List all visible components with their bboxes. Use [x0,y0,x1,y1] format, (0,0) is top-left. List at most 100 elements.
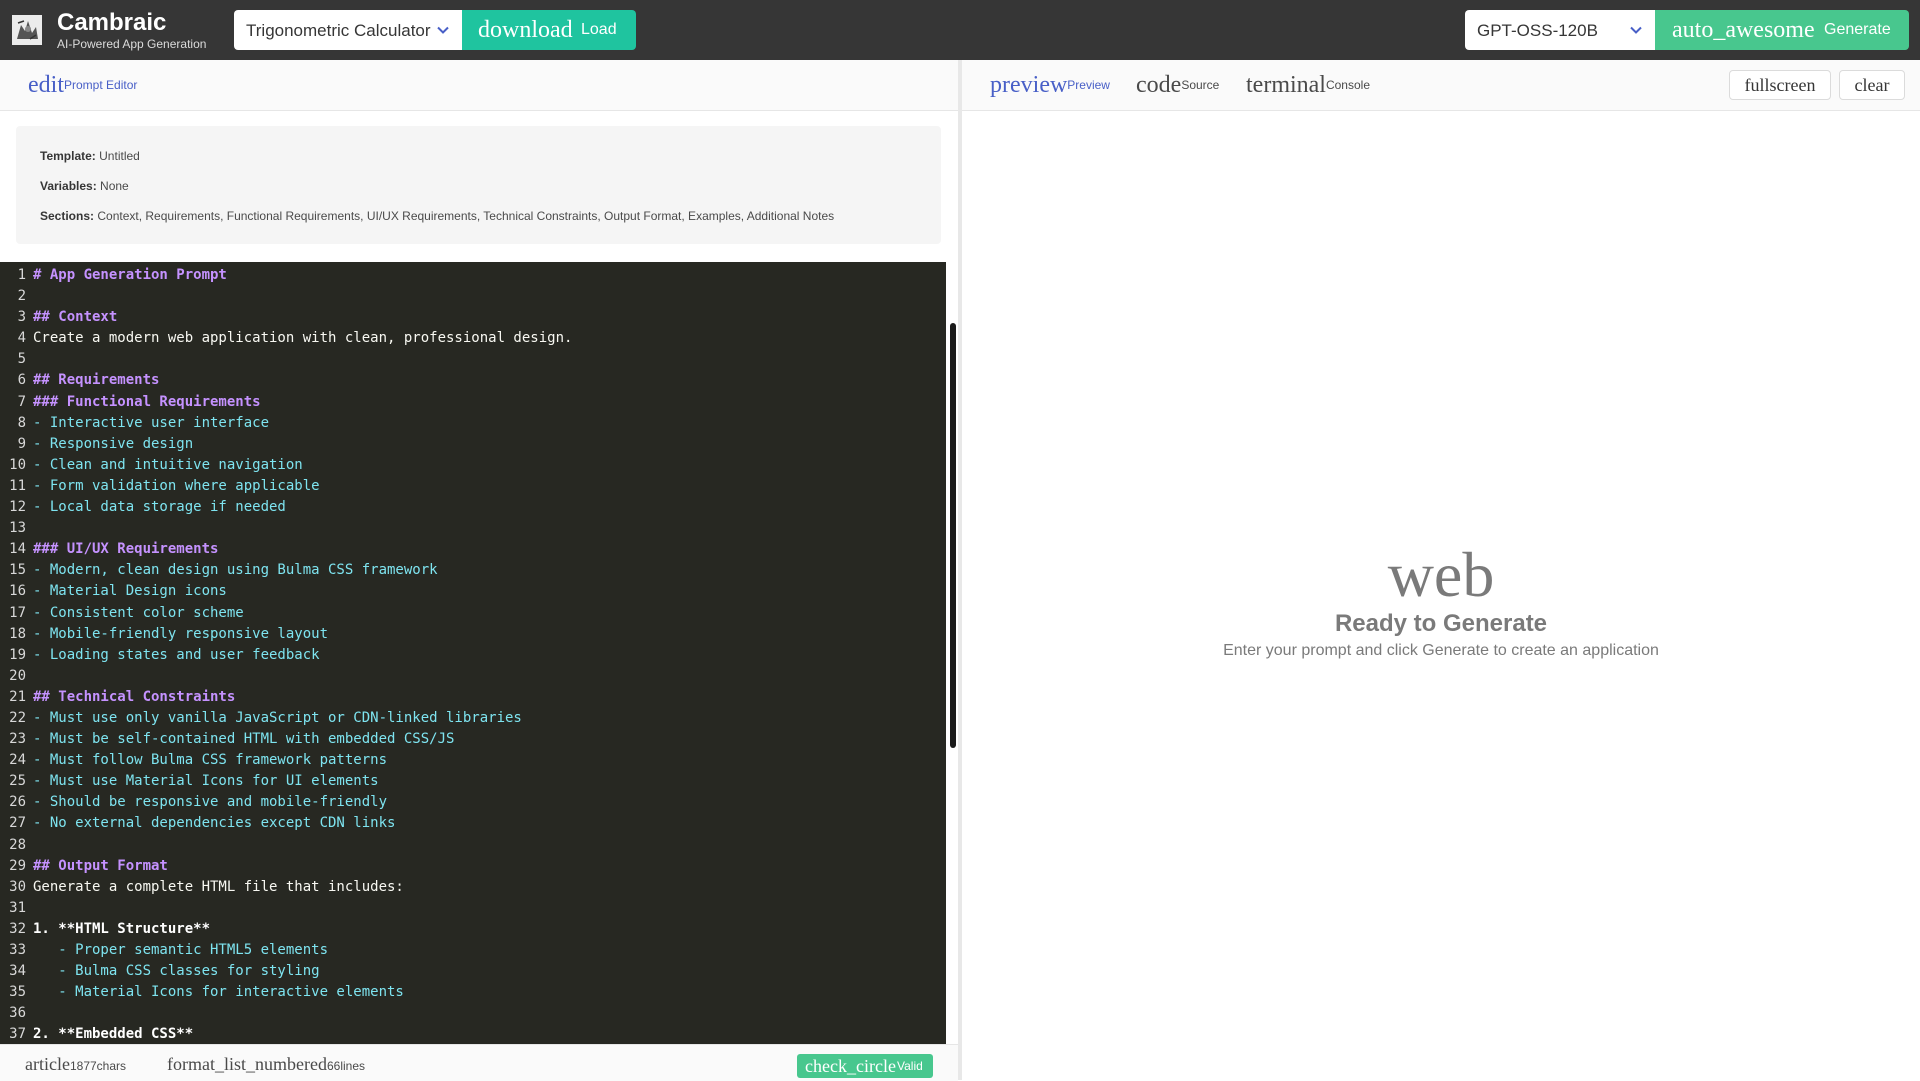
code-line-text: - Mobile-friendly responsive layout [33,625,329,642]
code-line: 19 - Loading states and user feedback [0,645,945,666]
code-line: 21 ## Technical Constraints [0,687,945,708]
code-line-text: - Interactive user interface [33,414,270,431]
code-line-text: ### UI/UX Requirements [33,541,219,558]
prompt-editor-panel: editPrompt Editor Template: Untitled Var… [0,60,958,1081]
code-line: 27 - No external dependencies except CDN … [0,813,945,834]
generate-button[interactable]: auto_awesome Generate [1655,10,1909,50]
code-line: 24 - Must follow Bulma CSS framework patt… [0,750,945,771]
line-number: 12 [9,499,26,516]
code-line: 35 - Material Icons for interactive elem… [0,982,945,1003]
line-number: 23 [9,731,26,748]
valid-badge-label: Valid [897,1059,923,1073]
preview-header: previewPreview codeSource terminalConsol… [962,60,1920,111]
app-subtitle: AI-Powered App Generation [57,37,207,51]
model-select-value: GPT-OSS-120B [1477,21,1598,40]
auto-awesome-icon: auto_awesome [1672,17,1815,43]
code-line-text: ## Output Format [33,857,168,874]
code-line: 12 - Local data storage if needed [0,497,945,518]
code-line: 9 - Responsive design [0,434,945,455]
code-line-text: 1. **HTML Structure** [33,920,211,937]
code-lines: 1 # App Generation Prompt 2 3 ## Context 4 Cre… [0,265,945,1044]
line-number: 1 [17,267,26,283]
code-line: 34 - Bulma CSS classes for styling [0,961,945,982]
line-number: 9 [17,435,26,452]
code-line-text: - Bulma CSS classes for styling [33,963,320,980]
tab-preview[interactable]: previewPreview [990,72,1110,98]
app-title: Cambraic [57,9,167,36]
code-line: 1 # App Generation Prompt [0,265,945,286]
line-count-value: 66 [326,1059,341,1073]
code-line-text: - Should be responsive and mobile-friend… [33,794,388,811]
code-line: 2 [0,286,945,307]
code-line-text: ## Technical Constraints [33,688,236,705]
line-number: 19 [9,646,26,663]
char-count-value: 1877 [69,1059,97,1073]
line-number: 2 [17,288,26,305]
empty-state-title: Ready to Generate [1334,610,1548,637]
tab-source[interactable]: codeSource [1136,72,1219,98]
editor-status-bar: article1877chars format_list_numbered66l… [0,1044,958,1081]
code-editor[interactable]: 1 # App Generation Prompt 2 3 ## Context 4 Cre… [0,262,950,1044]
line-number: 18 [9,625,26,642]
tab-prompt-editor[interactable]: editPrompt Editor [28,72,137,98]
editor-scrollbar-thumb[interactable] [950,323,956,748]
code-line-text: - Clean and intuitive navigation [33,456,303,473]
code-line: 23 - Must be self-contained HTML with emb… [0,729,945,750]
line-number: 28 [9,836,26,853]
code-line: 33 - Proper semantic HTML5 elements [0,940,945,961]
code-line-text: - Proper semantic HTML5 elements [33,942,329,958]
line-number: 27 [9,815,26,832]
code-line: 13 [0,518,945,539]
code-line-text: 2. **Embedded CSS** [33,1026,194,1043]
valid-badge: check_circle Valid [797,1054,933,1078]
line-number: 4 [17,330,26,347]
sections-info-value: Context, Requirements, Functional Requir… [97,209,835,223]
code-line-text: ### Functional Requirements [33,393,261,410]
template-info-value: Untitled [99,149,140,163]
code-line: 18 - Mobile-friendly responsive layout [0,624,945,645]
code-line-text: - Consistent color scheme [33,604,244,621]
template-info-row: Template: Untitled [40,149,140,163]
code-line: 32 1. **HTML Structure** [0,919,945,940]
line-number: 16 [9,583,26,600]
code-line: 10 - Clean and intuitive navigation [0,455,945,476]
fullscreen-button[interactable]: fullscreen [1729,70,1831,100]
code-line: 11 - Form validation where applicable [0,476,945,497]
line-number: 14 [9,541,26,558]
tab-source-label: Source [1181,78,1220,92]
line-number: 17 [9,604,26,621]
code-line-text: # App Generation Prompt [33,267,227,283]
line-number: 8 [17,414,26,431]
code-line-text: - Must use only vanilla JavaScript or CD… [33,709,522,726]
char-count: article1877chars [25,1055,126,1075]
code-line: 8 - Interactive user interface [0,413,945,434]
format-list-numbered-icon: format_list_numbered [167,1054,327,1074]
line-number: 25 [9,773,26,790]
template-select-value: Trigonometric Calculator [246,21,431,40]
line-number: 7 [17,393,26,410]
variables-info-row: Variables: None [40,179,129,193]
code-line: 17 - Consistent color scheme [0,603,945,624]
code-line: 16 - Material Design icons [0,581,945,602]
template-select[interactable]: Trigonometric Calculator [234,10,462,50]
load-button[interactable]: download Load [462,10,636,50]
article-icon: article [25,1054,70,1074]
line-number: 15 [9,562,26,579]
template-info-label: Template: [40,149,96,163]
tab-console[interactable]: terminalConsole [1246,72,1370,98]
model-select[interactable]: GPT-OSS-120B [1465,10,1655,50]
editor-header: editPrompt Editor [0,60,958,111]
code-line-text: - Material Icons for interactive element… [33,984,404,1001]
terminal-icon: terminal [1246,72,1326,98]
line-number: 35 [9,984,26,1001]
line-number: 32 [9,920,26,937]
line-number: 37 [9,1026,26,1043]
line-number: 22 [9,709,26,726]
line-number: 34 [9,963,26,980]
line-number: 6 [17,372,26,389]
line-number: 36 [9,1005,26,1022]
line-number: 11 [9,477,26,494]
clear-button[interactable]: clear [1839,70,1905,100]
code-line-text: - Modern, clean design using Bulma CSS f… [33,562,438,579]
code-line-text: Create a modern web application with cle… [33,330,573,347]
